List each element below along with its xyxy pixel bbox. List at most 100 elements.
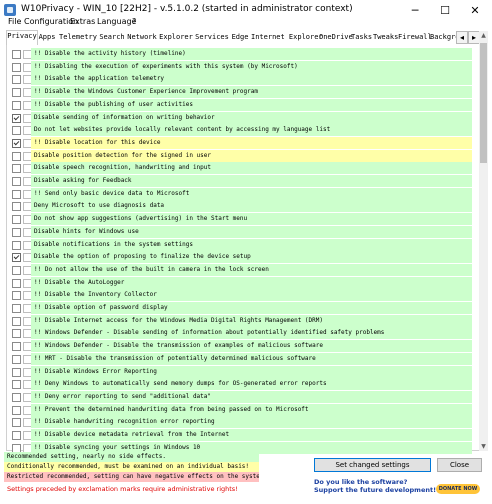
setting-checkbox[interactable]	[12, 202, 21, 212]
setting-checkbox[interactable]	[12, 177, 21, 186]
setting-row[interactable]: !! Disable option of password display	[7, 302, 472, 315]
setting-row[interactable]: Do not show app suggestions (advertising…	[7, 213, 472, 226]
setting-row[interactable]: !! Disable the AutoLogger	[7, 276, 472, 290]
tab-onedrive[interactable]: OneDrive	[319, 32, 353, 45]
setting-label: Do not show app suggestions (advertising…	[31, 213, 472, 226]
setting-checkbox[interactable]	[12, 418, 21, 428]
admin-rights-warning: Settings preceded by exclamation marks r…	[7, 485, 238, 493]
setting-checkbox[interactable]	[12, 113, 21, 123]
setting-row[interactable]: !! Prevent the determined handwriting da…	[7, 403, 472, 417]
setting-checkbox[interactable]	[12, 215, 21, 225]
setting-row[interactable]: !! Disable the application telemetry	[7, 73, 472, 86]
tab-telemetry[interactable]: Telemetry	[59, 32, 97, 45]
setting-row[interactable]: Disable hints for Windows use	[7, 225, 472, 239]
support-link[interactable]: Support the future development!	[314, 486, 436, 494]
tab-tweaks[interactable]: Tweaks	[373, 32, 398, 45]
setting-row[interactable]: !! Disable the publishing of user activi…	[7, 98, 472, 112]
setting-label: !! Disable handwriting recognition error…	[31, 416, 472, 429]
setting-checkbox[interactable]	[12, 304, 21, 313]
setting-checkbox[interactable]	[12, 329, 21, 339]
scroll-down-icon[interactable]: ▼	[479, 442, 488, 451]
setting-checkbox[interactable]	[12, 265, 21, 275]
tab-network[interactable]: Network	[127, 32, 157, 45]
setting-row[interactable]: !! Send only basic device data to Micros…	[7, 187, 472, 201]
tab-firewall[interactable]: Firewall	[398, 32, 432, 45]
setting-checkbox[interactable]	[12, 431, 21, 440]
setting-row[interactable]: !! MRT - Disable the transmission of pot…	[7, 352, 472, 366]
tab-services[interactable]: Services	[195, 32, 229, 45]
menu-extras[interactable]: Extras	[70, 17, 95, 26]
setting-checkbox[interactable]	[12, 189, 21, 199]
donate-button[interactable]: DONATE NOW	[436, 484, 480, 494]
setting-checkbox[interactable]	[12, 392, 21, 402]
setting-checkbox[interactable]	[12, 75, 21, 85]
setting-row[interactable]: Do not let websites provide locally rele…	[7, 124, 472, 137]
tab-tasks[interactable]: Tasks	[351, 32, 372, 45]
setting-row[interactable]: Deny Microsoft to use diagnosis data	[7, 200, 472, 213]
setting-checkbox[interactable]	[12, 62, 21, 72]
set-changed-settings-button[interactable]: Set changed settings	[314, 458, 431, 472]
menu-file[interactable]: File	[8, 17, 21, 26]
tab-edge[interactable]: Edge	[231, 32, 249, 45]
setting-checkbox[interactable]	[12, 367, 21, 377]
setting-row[interactable]: !! Disable location for this device	[7, 136, 472, 150]
setting-row[interactable]: !! Do not allow the use of the built in …	[7, 263, 472, 277]
close-button[interactable]: Close	[437, 458, 482, 472]
setting-row[interactable]: Disable the option of proposing to final…	[7, 251, 472, 264]
setting-checkbox[interactable]	[12, 126, 21, 136]
setting-checkbox[interactable]	[12, 342, 21, 352]
setting-checkbox[interactable]	[12, 380, 21, 390]
menu-language[interactable]: Language	[97, 17, 136, 26]
setting-checkbox[interactable]	[12, 138, 21, 148]
setting-checkbox[interactable]	[12, 50, 21, 59]
setting-label: !! Prevent the determined handwriting da…	[31, 403, 472, 416]
tab-privacy[interactable]: Privacy	[6, 30, 38, 46]
setting-row[interactable]: !! Disable Internet access for the Windo…	[7, 314, 472, 328]
setting-row[interactable]: !! Deny error reporting to send "additio…	[7, 390, 472, 404]
setting-checkbox[interactable]	[12, 291, 21, 301]
scrollbar-thumb[interactable]	[480, 43, 487, 163]
setting-checkbox[interactable]	[12, 253, 21, 263]
setting-row[interactable]: Disable position detection for the signe…	[7, 149, 472, 163]
setting-label: Deny Microsoft to use diagnosis data	[31, 200, 472, 213]
setting-row[interactable]: !! Disable the Windows Customer Experien…	[7, 86, 472, 99]
setting-checkbox[interactable]	[12, 278, 21, 288]
tab-internet-explorer[interactable]: Internet Explorer	[251, 32, 323, 45]
setting-row[interactable]: Disable asking for Feedback	[7, 175, 472, 188]
setting-row[interactable]: !! Disable the Inventory Collector	[7, 289, 472, 302]
setting-row[interactable]: Disable notifications in the system sett…	[7, 238, 472, 252]
setting-checkbox[interactable]	[12, 151, 21, 161]
setting-row[interactable]: !! Disabling the execution of experiment…	[7, 60, 472, 74]
tab-apps[interactable]: Apps	[38, 32, 56, 45]
setting-row[interactable]: !! Windows Defender - Disable sending of…	[7, 327, 472, 340]
setting-label: !! Disable the Inventory Collector	[31, 289, 472, 302]
setting-row[interactable]: !! Disable handwriting recognition error…	[7, 416, 472, 429]
setting-row[interactable]: !! Windows Defender - Disable the transm…	[7, 340, 472, 353]
setting-label: Disable asking for Feedback	[31, 175, 472, 187]
tab-explorer[interactable]: Explorer	[159, 32, 193, 45]
tab-search[interactable]: Search	[99, 32, 125, 45]
setting-row[interactable]: !! Deny Windows to automatically send me…	[7, 378, 472, 391]
setting-checkbox[interactable]	[12, 164, 21, 174]
setting-checkbox[interactable]	[12, 354, 21, 364]
vertical-scrollbar[interactable]: ▲ ▼	[479, 31, 488, 451]
setting-checkbox[interactable]	[12, 316, 21, 326]
scroll-up-icon[interactable]: ▲	[479, 31, 488, 40]
setting-checkbox[interactable]	[12, 88, 21, 98]
setting-label: !! Windows Defender - Disable sending of…	[31, 327, 472, 340]
setting-row[interactable]: !! Disable the activity history (timelin…	[7, 48, 472, 61]
setting-row[interactable]: Disable sending of information on writin…	[7, 111, 472, 125]
support-question: Do you like the software?	[314, 478, 408, 486]
setting-label: !! Disable option of password display	[31, 302, 472, 314]
setting-checkbox[interactable]	[12, 100, 21, 110]
setting-row[interactable]: Disable speech recognition, handwriting …	[7, 162, 472, 175]
setting-row[interactable]: !! Disable Windows Error Reporting	[7, 365, 472, 379]
setting-checkbox[interactable]	[12, 240, 21, 250]
tab-scroll-left-button[interactable]: ◂	[456, 31, 468, 44]
setting-label: !! Disable the activity history (timelin…	[31, 48, 472, 60]
setting-checkbox[interactable]	[12, 227, 21, 237]
setting-checkbox[interactable]	[12, 405, 21, 415]
menu-help[interactable]: ?	[132, 17, 136, 26]
setting-row[interactable]: !! Disable device metadata retrieval fro…	[7, 429, 472, 442]
menu-bar: File Configuration Extras Language ?	[0, 16, 492, 30]
